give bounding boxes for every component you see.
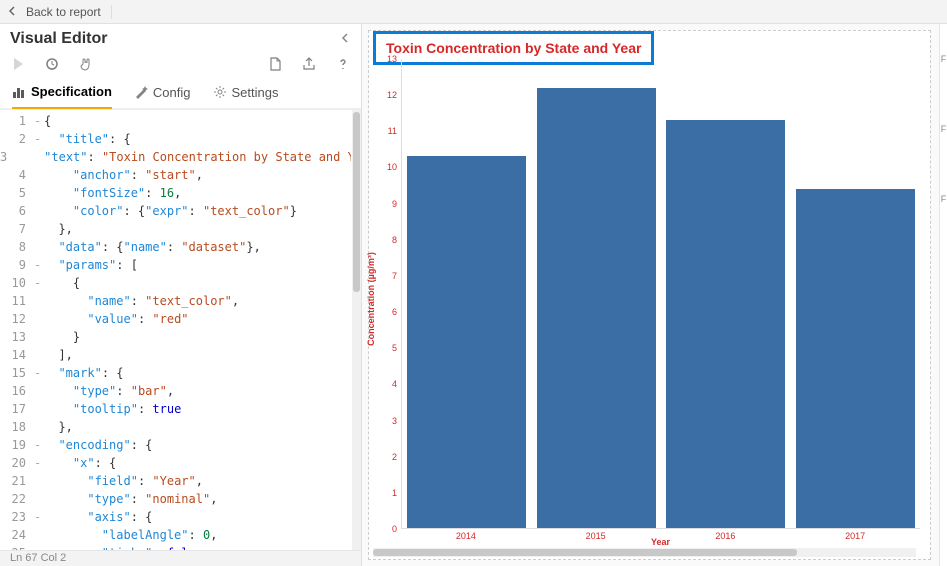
code-line[interactable]: 23- "axis": { bbox=[0, 508, 351, 526]
gear-icon bbox=[213, 85, 227, 99]
wand-icon bbox=[134, 85, 148, 99]
code-line[interactable]: 16 "type": "bar", bbox=[0, 382, 351, 400]
chart-canvas: Toxin Concentration by State and Year 01… bbox=[368, 30, 931, 560]
chart-bar[interactable] bbox=[537, 88, 656, 528]
collapse-panel-button[interactable] bbox=[341, 32, 351, 46]
panel-title: Visual Editor bbox=[10, 30, 108, 48]
code-line[interactable]: 2- "title": { bbox=[0, 130, 351, 148]
tab-label: Settings bbox=[232, 85, 279, 100]
tab-label: Specification bbox=[31, 84, 112, 99]
chevron-left-icon bbox=[8, 5, 18, 19]
chart-bar[interactable] bbox=[666, 120, 785, 528]
play-icon[interactable] bbox=[10, 56, 26, 72]
code-line[interactable]: 8 "data": {"name": "dataset"}, bbox=[0, 238, 351, 256]
code-line[interactable]: 14 ], bbox=[0, 346, 351, 364]
code-line[interactable]: 12 "value": "red" bbox=[0, 310, 351, 328]
tab-config[interactable]: Config bbox=[134, 78, 191, 108]
help-icon[interactable] bbox=[335, 56, 351, 72]
topbar: Back to report bbox=[0, 0, 947, 24]
toolbar bbox=[0, 52, 361, 78]
code-line[interactable]: 24 "labelAngle": 0, bbox=[0, 526, 351, 544]
code-line[interactable]: 10- { bbox=[0, 274, 351, 292]
editor-panel: Visual Editor bbox=[0, 24, 362, 566]
tab-label: Config bbox=[153, 85, 191, 100]
tab-specification[interactable]: Specification bbox=[12, 78, 112, 109]
bar-chart-icon bbox=[12, 85, 26, 99]
cursor-position: Ln 67 Col 2 bbox=[10, 552, 66, 564]
chart-plot-area bbox=[401, 59, 920, 529]
visual-preview-panel: Toxin Concentration by State and Year 01… bbox=[362, 24, 947, 566]
code-line[interactable]: 4 "anchor": "start", bbox=[0, 166, 351, 184]
chart-horizontal-scrollbar[interactable] bbox=[373, 548, 916, 557]
code-line[interactable]: 17 "tooltip": true bbox=[0, 400, 351, 418]
code-line[interactable]: 6 "color": {"expr": "text_color"} bbox=[0, 202, 351, 220]
code-editor[interactable]: 1-{2- "title": {3 "text": "Toxin Concent… bbox=[0, 110, 351, 550]
code-line[interactable]: 21 "field": "Year", bbox=[0, 472, 351, 490]
back-label: Back to report bbox=[26, 5, 101, 19]
chart-y-label: Concentration (µg/m³) bbox=[366, 252, 376, 346]
code-line[interactable]: 19- "encoding": { bbox=[0, 436, 351, 454]
chart-title: Toxin Concentration by State and Year bbox=[386, 40, 641, 56]
field-pane-strip[interactable]: F F F bbox=[939, 24, 947, 566]
code-line[interactable]: 11 "name": "text_color", bbox=[0, 292, 351, 310]
back-to-report-button[interactable]: Back to report bbox=[8, 5, 112, 19]
code-line[interactable]: 18 }, bbox=[0, 418, 351, 436]
code-line[interactable]: 25 "ticks": false, bbox=[0, 544, 351, 550]
tab-settings[interactable]: Settings bbox=[213, 78, 279, 108]
code-line[interactable]: 15- "mark": { bbox=[0, 364, 351, 382]
editor-vertical-scrollbar[interactable] bbox=[352, 110, 361, 550]
hand-icon[interactable] bbox=[78, 56, 94, 72]
code-line[interactable]: 7 }, bbox=[0, 220, 351, 238]
code-line[interactable]: 22 "type": "nominal", bbox=[0, 490, 351, 508]
editor-statusbar: Ln 67 Col 2 bbox=[0, 550, 361, 566]
code-line[interactable]: 3 "text": "Toxin Concentration by State … bbox=[0, 148, 351, 166]
code-line[interactable]: 20- "x": { bbox=[0, 454, 351, 472]
code-line[interactable]: 1-{ bbox=[0, 112, 351, 130]
code-line[interactable]: 13 } bbox=[0, 328, 351, 346]
chart-x-label: Year bbox=[651, 537, 670, 547]
share-icon[interactable] bbox=[301, 56, 317, 72]
parse-icon[interactable] bbox=[44, 56, 60, 72]
chart-bar[interactable] bbox=[796, 189, 915, 528]
new-document-icon[interactable] bbox=[267, 56, 283, 72]
code-line[interactable]: 9- "params": [ bbox=[0, 256, 351, 274]
editor-tabs: Specification Config Settings bbox=[0, 78, 361, 109]
code-line[interactable]: 5 "fontSize": 16, bbox=[0, 184, 351, 202]
chart-bar[interactable] bbox=[407, 156, 526, 528]
